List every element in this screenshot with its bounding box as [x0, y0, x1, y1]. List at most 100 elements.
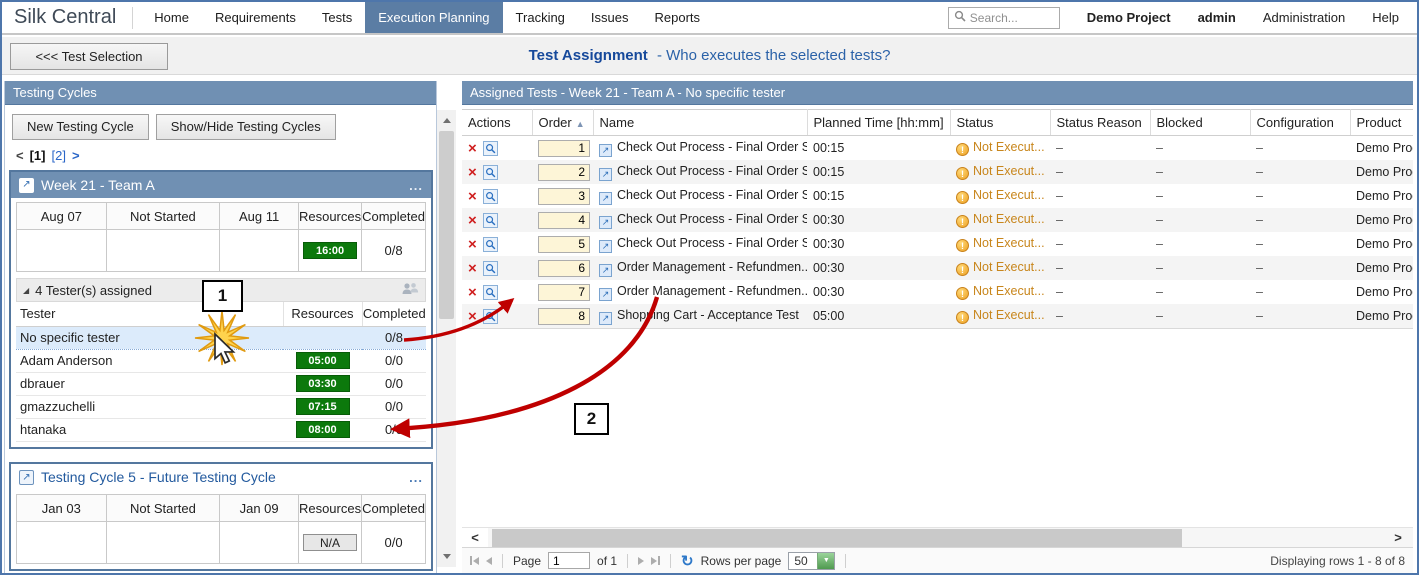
nav-home[interactable]: Home: [141, 2, 202, 33]
order-input[interactable]: [538, 164, 590, 181]
order-input[interactable]: [538, 140, 590, 157]
order-column-header[interactable]: Order▲: [532, 110, 593, 136]
dropdown-arrow-icon[interactable]: ▼: [817, 553, 834, 569]
open-test-icon[interactable]: ↗: [599, 168, 612, 181]
assigned-test-row[interactable]: ×↗Check Out Process - Final Order S...00…: [462, 232, 1413, 256]
open-test-icon[interactable]: ↗: [599, 264, 612, 277]
assigned-test-row[interactable]: ×↗Check Out Process - Final Order S...00…: [462, 184, 1413, 208]
product-column-header[interactable]: Product: [1350, 110, 1413, 136]
assigned-test-row[interactable]: ×↗Check Out Process - Final Order S...00…: [462, 136, 1413, 161]
order-input[interactable]: [538, 236, 590, 253]
assigned-test-row[interactable]: ×↗Check Out Process - Final Order S...00…: [462, 160, 1413, 184]
tester-row[interactable]: Adam Anderson05:000/0: [16, 349, 426, 372]
name-column-header[interactable]: Name: [593, 110, 807, 136]
search-input[interactable]: [970, 11, 1050, 25]
open-test-icon[interactable]: ↗: [599, 240, 612, 253]
pager-next[interactable]: >: [72, 148, 80, 163]
tester-row[interactable]: No specific tester0/8: [16, 326, 426, 349]
delete-icon[interactable]: ×: [468, 189, 477, 204]
inspect-icon[interactable]: [483, 261, 498, 276]
scroll-left-button[interactable]: <: [462, 528, 488, 548]
assigned-test-row[interactable]: ×↗Check Out Process - Final Order S...00…: [462, 208, 1413, 232]
delete-icon[interactable]: ×: [468, 165, 477, 180]
scroll-right-button[interactable]: >: [1385, 528, 1411, 548]
previous-page-button[interactable]: [486, 557, 492, 565]
first-page-button[interactable]: [470, 556, 479, 565]
delete-icon[interactable]: ×: [468, 309, 477, 324]
open-test-icon[interactable]: ↗: [599, 216, 612, 229]
inspect-icon[interactable]: [483, 213, 498, 228]
test-name[interactable]: Order Management - Refundmen...: [617, 284, 807, 298]
delete-icon[interactable]: ×: [468, 213, 477, 228]
horizontal-scrollbar-thumb[interactable]: [492, 529, 1182, 547]
administration-link[interactable]: Administration: [1263, 10, 1345, 25]
nav-issues[interactable]: Issues: [578, 2, 642, 33]
new-testing-cycle-button[interactable]: New Testing Cycle: [12, 114, 149, 140]
nav-tracking[interactable]: Tracking: [503, 2, 578, 33]
help-link[interactable]: Help: [1372, 10, 1399, 25]
inspect-icon[interactable]: [483, 285, 498, 300]
page-number-input[interactable]: [548, 552, 590, 569]
cycle-card-header[interactable]: ↗ Week 21 - Team A ...: [11, 172, 431, 198]
test-selection-button[interactable]: <<< Test Selection: [10, 43, 168, 70]
tester-row[interactable]: htanaka08:000/0: [16, 418, 426, 441]
show-hide-testing-cycles-button[interactable]: Show/Hide Testing Cycles: [156, 114, 336, 140]
cycle-menu-icon[interactable]: ...: [409, 470, 423, 485]
status-reason-column-header[interactable]: Status Reason: [1050, 110, 1150, 136]
vertical-scrollbar-thumb[interactable]: [439, 131, 454, 319]
project-selector[interactable]: Demo Project: [1087, 10, 1171, 25]
order-input[interactable]: [538, 260, 590, 277]
open-cycle-icon[interactable]: ↗: [19, 470, 34, 485]
cycle-menu-icon[interactable]: ...: [409, 178, 423, 193]
expander-icon[interactable]: ◢: [23, 286, 29, 295]
test-name[interactable]: Check Out Process - Final Order S...: [617, 236, 807, 250]
actions-column-header[interactable]: Actions: [462, 110, 532, 136]
delete-icon[interactable]: ×: [468, 285, 477, 300]
nav-execution-planning[interactable]: Execution Planning: [365, 2, 502, 33]
nav-tests[interactable]: Tests: [309, 2, 365, 33]
open-cycle-icon[interactable]: ↗: [19, 178, 34, 193]
blocked-column-header[interactable]: Blocked: [1150, 110, 1250, 136]
refresh-icon[interactable]: ↻: [681, 552, 694, 570]
assigned-test-row[interactable]: ×↗Order Management - Refundmen...00:30!N…: [462, 256, 1413, 280]
tester-row[interactable]: gmazzuchelli07:150/0: [16, 395, 426, 418]
assigned-test-row[interactable]: ×↗Shopping Cart - Acceptance Test05:00!N…: [462, 304, 1413, 329]
order-input[interactable]: [538, 284, 590, 301]
open-test-icon[interactable]: ↗: [599, 192, 612, 205]
planned-time-column-header[interactable]: Planned Time [hh:mm]: [807, 110, 950, 136]
inspect-icon[interactable]: [483, 309, 498, 324]
inspect-icon[interactable]: [483, 237, 498, 252]
test-name[interactable]: Shopping Cart - Acceptance Test: [617, 308, 799, 322]
delete-icon[interactable]: ×: [468, 237, 477, 252]
inspect-icon[interactable]: [483, 141, 498, 156]
nav-requirements[interactable]: Requirements: [202, 2, 309, 33]
order-input[interactable]: [538, 188, 590, 205]
nav-reports[interactable]: Reports: [642, 2, 714, 33]
next-page-button[interactable]: [638, 557, 644, 565]
scroll-up-button[interactable]: [437, 111, 456, 130]
pager-prev[interactable]: <: [16, 148, 24, 163]
pager-page-2[interactable]: [2]: [51, 148, 65, 163]
test-name[interactable]: Order Management - Refundmen...: [617, 260, 807, 274]
test-name[interactable]: Check Out Process - Final Order S...: [617, 212, 807, 226]
user-menu[interactable]: admin: [1198, 10, 1236, 25]
tester-row[interactable]: dbrauer03:300/0: [16, 372, 426, 395]
delete-icon[interactable]: ×: [468, 261, 477, 276]
delete-icon[interactable]: ×: [468, 141, 477, 156]
order-input[interactable]: [538, 308, 590, 325]
test-name[interactable]: Check Out Process - Final Order S...: [617, 188, 807, 202]
horizontal-scrollbar[interactable]: < >: [462, 527, 1413, 547]
order-input[interactable]: [538, 212, 590, 229]
inspect-icon[interactable]: [483, 189, 498, 204]
search-box[interactable]: [948, 7, 1060, 29]
test-name[interactable]: Check Out Process - Final Order S...: [617, 164, 807, 178]
open-test-icon[interactable]: ↗: [599, 144, 612, 157]
open-test-icon[interactable]: ↗: [599, 288, 612, 301]
scroll-down-button[interactable]: [437, 547, 456, 566]
open-test-icon[interactable]: ↗: [599, 312, 612, 325]
configuration-column-header[interactable]: Configuration: [1250, 110, 1350, 136]
inspect-icon[interactable]: [483, 165, 498, 180]
assign-testers-icon[interactable]: [401, 282, 419, 299]
vertical-scrollbar[interactable]: [437, 110, 456, 567]
pager-page-1[interactable]: [1]: [30, 148, 46, 163]
